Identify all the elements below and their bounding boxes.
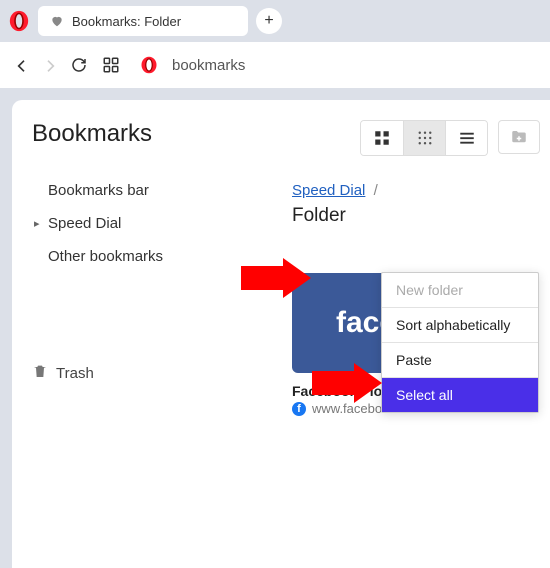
reload-button[interactable]: [70, 56, 88, 74]
context-menu-sort-alphabetically[interactable]: Sort alphabetically: [382, 308, 538, 342]
sidebar-item-label: Other bookmarks: [48, 248, 163, 265]
heart-icon: [50, 14, 64, 28]
sidebar-item-label: Trash: [56, 365, 94, 382]
annotation-arrow-top: [241, 258, 311, 298]
view-toolbar: [292, 120, 550, 156]
forward-button[interactable]: [42, 58, 56, 72]
breadcrumb-parent-link[interactable]: Speed Dial: [292, 182, 365, 199]
breadcrumb-separator: /: [374, 182, 378, 199]
trash-icon: [32, 363, 48, 383]
view-mode-group: [360, 120, 488, 156]
add-folder-button[interactable]: [498, 120, 540, 154]
opera-address-icon: [140, 56, 158, 74]
context-menu-paste[interactable]: Paste: [382, 343, 538, 377]
tab-title: Bookmarks: Folder: [72, 14, 181, 29]
new-tab-button[interactable]: +: [256, 8, 282, 34]
view-large-grid-button[interactable]: [361, 121, 403, 155]
context-menu-select-all[interactable]: Select all: [382, 378, 538, 412]
caret-right-icon: ▸: [34, 217, 42, 230]
speed-dial-grid-icon[interactable]: [102, 56, 120, 74]
facebook-favicon-icon: f: [292, 402, 306, 416]
context-menu-new-folder[interactable]: New folder: [382, 273, 538, 307]
breadcrumb: Speed Dial / Folder: [292, 182, 550, 227]
context-menu: New folder Sort alphabetically Paste Sel…: [381, 272, 539, 413]
sidebar-item-label: Bookmarks bar: [48, 182, 149, 199]
browser-tab[interactable]: Bookmarks: Folder: [38, 6, 248, 36]
breadcrumb-current: Folder: [292, 205, 550, 227]
view-list-button[interactable]: [445, 121, 487, 155]
annotation-arrow-bottom: [312, 363, 382, 403]
sidebar-item-bookmarks-bar[interactable]: Bookmarks bar: [32, 174, 292, 207]
tab-strip: Bookmarks: Folder +: [0, 0, 550, 42]
back-button[interactable]: [14, 58, 28, 72]
page-title: Bookmarks: [32, 120, 292, 148]
sidebar-item-trash[interactable]: Trash: [32, 363, 292, 383]
address-text[interactable]: bookmarks: [172, 57, 245, 74]
sidebar-item-label: Speed Dial: [48, 215, 121, 232]
sidebar: Bookmarks Bookmarks bar ▸ Speed Dial Oth…: [32, 120, 292, 568]
navbar: bookmarks: [0, 42, 550, 88]
sidebar-item-speed-dial[interactable]: ▸ Speed Dial: [32, 207, 292, 240]
view-small-grid-button[interactable]: [403, 121, 445, 155]
opera-logo-icon: [8, 10, 30, 32]
